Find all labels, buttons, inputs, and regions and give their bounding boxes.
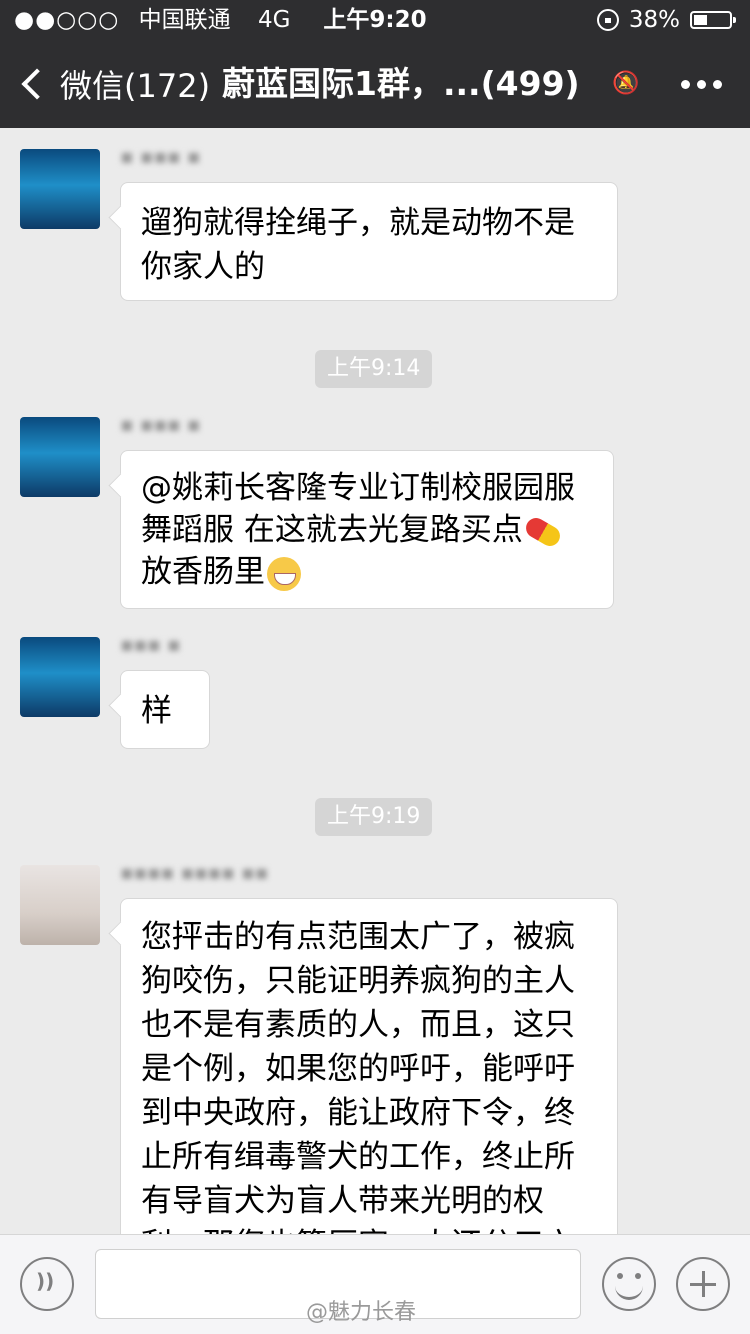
voice-input-button[interactable] xyxy=(20,1257,74,1311)
message-line: 到中央政府，能让政府下令，终 xyxy=(141,1095,575,1131)
sender-name: ▪▪▪ ▪ xyxy=(120,632,181,656)
message-bubble[interactable]: 样 xyxy=(120,670,210,749)
more-dot-icon xyxy=(681,79,690,89)
message-line: 放香肠里 xyxy=(141,551,593,593)
nav-bar: 微信(172) 蔚蓝国际1群，...(499) 🔕 xyxy=(0,40,750,128)
message-line: 你家人的 xyxy=(141,249,265,285)
message-line: 您抨击的有点范围太广了，被疯 xyxy=(141,919,575,955)
more-dot-icon xyxy=(713,79,722,89)
message-line: 有导盲犬为盲人带来光明的权 xyxy=(141,1183,544,1219)
message-text: 舞蹈服 在这就去光复路买点 xyxy=(141,512,523,548)
chat-area[interactable]: ▪ ▪▪▪ ▪ 遛狗就得拴绳子，就是动物不是 你家人的 上午9:14 ▪ ▪▪▪… xyxy=(0,128,750,1234)
message-bubble[interactable]: 您抨击的有点范围太广了，被疯 狗咬伤，只能证明养疯狗的主人 也不是有素质的人，而… xyxy=(120,898,618,1234)
message-bubble[interactable]: @姚莉长客隆专业订制校服园服 舞蹈服 在这就去光复路买点 放香肠里 xyxy=(120,450,614,609)
sender-name: ▪▪▪▪ ▪▪▪▪ ▪▪ xyxy=(120,860,269,884)
message-line: 遛狗就得拴绳子，就是动物不是 xyxy=(141,205,575,241)
sender-avatar[interactable] xyxy=(20,417,100,497)
sender-name: ▪ ▪▪▪ ▪ xyxy=(120,144,201,168)
status-bar: ●●○○○ 中国联通 4G 上午9:20 38% xyxy=(0,0,750,40)
message-bubble[interactable]: 遛狗就得拴绳子，就是动物不是 你家人的 xyxy=(120,182,618,301)
grinning-face-emoji-icon xyxy=(267,556,301,591)
message-line: 舞蹈服 在这就去光复路买点 xyxy=(141,509,593,551)
timestamp-pill: 上午9:19 xyxy=(315,798,433,836)
watermark: @魅力长春 xyxy=(306,1300,417,1325)
timestamp-pill: 上午9:14 xyxy=(315,350,433,388)
rotation-lock-icon xyxy=(596,9,619,31)
message-line: 是个例，如果您的呼吁，能呼吁 xyxy=(141,1051,575,1087)
sender-avatar[interactable] xyxy=(20,865,100,945)
mute-bell-icon: 🔕 xyxy=(612,71,640,96)
status-right: 38% xyxy=(596,0,736,40)
chevron-left-icon xyxy=(21,68,53,100)
top-bar: ●●○○○ 中国联通 4G 上午9:20 38% 微信(172) 蔚蓝国际1群，… xyxy=(0,0,750,128)
message-line: 样 xyxy=(141,693,172,729)
back-label: 微信(172) xyxy=(60,67,211,105)
more-functions-button[interactable] xyxy=(676,1257,730,1311)
battery-icon xyxy=(690,11,736,29)
sender-avatar[interactable] xyxy=(20,637,100,717)
emoji-button[interactable] xyxy=(602,1257,656,1311)
message-line: 也不是有素质的人，而且，这只 xyxy=(141,1007,575,1043)
message-line: 狗咬伤，只能证明养疯狗的主人 xyxy=(141,963,575,999)
message-line: 止所有缉毒警犬的工作，终止所 xyxy=(141,1139,575,1175)
more-options-button[interactable] xyxy=(681,40,722,128)
pill-emoji-icon xyxy=(522,513,564,550)
message-line: 利，那您也算厉害，人还分三六 xyxy=(141,1223,597,1234)
more-dot-icon xyxy=(697,79,706,89)
sender-name: ▪ ▪▪▪ ▪ xyxy=(120,412,201,436)
chat-title: 蔚蓝国际1群，...(499) xyxy=(222,64,580,103)
battery-fill xyxy=(694,15,707,25)
message-text: 放香肠里 xyxy=(141,554,265,590)
sender-avatar[interactable] xyxy=(20,149,100,229)
back-button[interactable]: 微信(172) xyxy=(18,40,210,128)
message-line: @姚莉长客隆专业订制校服园服 xyxy=(141,470,575,506)
battery-percent: 38% xyxy=(628,7,680,33)
